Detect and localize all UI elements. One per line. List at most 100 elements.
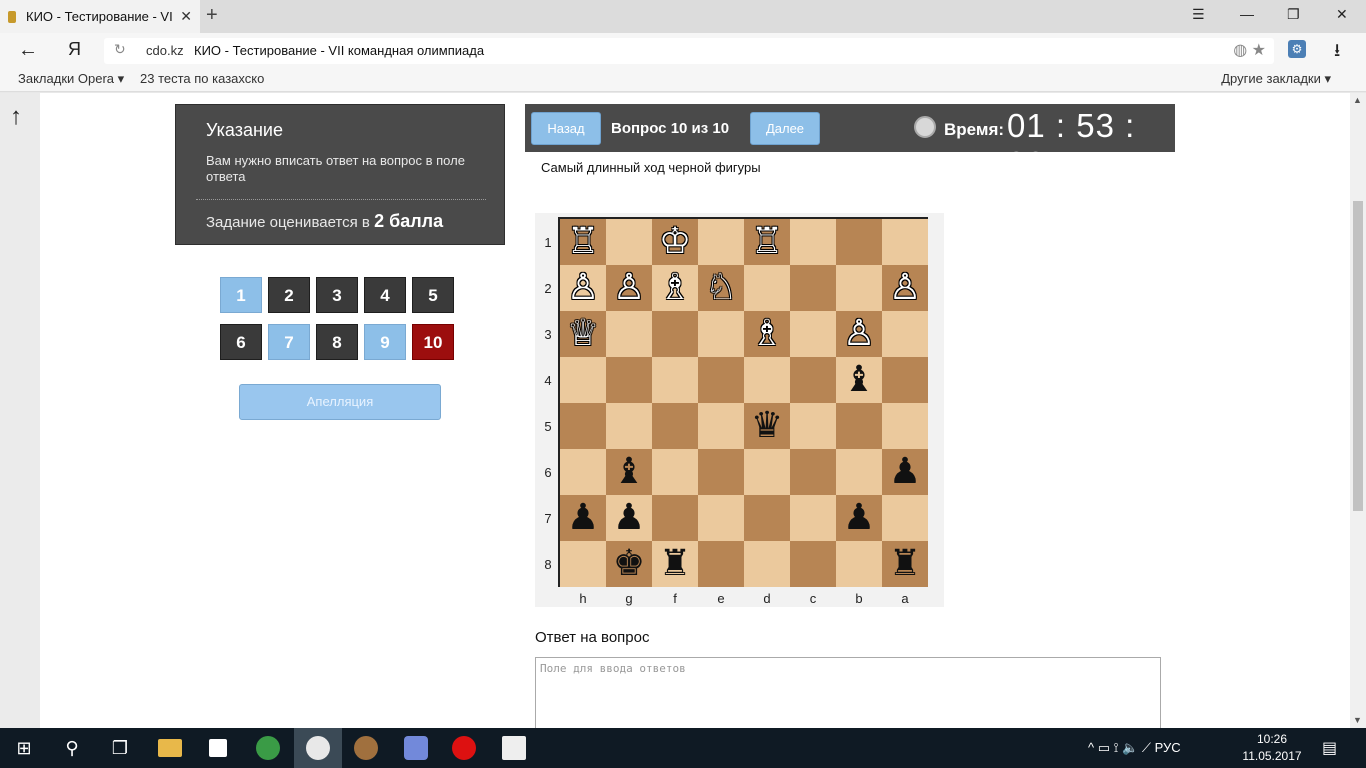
chess-piece-icon: ♟ [842, 497, 876, 538]
chess-piece-icon: ♙ [888, 267, 922, 308]
system-tray[interactable]: ^ ▭ ⟟ 🔈 ⟋ РУС [1088, 728, 1181, 768]
menu-icon[interactable]: ☰ [1192, 6, 1205, 23]
square-e1 [698, 219, 744, 265]
back-button[interactable]: Назад [531, 112, 601, 145]
question-button-6[interactable]: 6 [220, 324, 262, 360]
app-green-icon[interactable] [244, 728, 292, 768]
square-e7 [698, 495, 744, 541]
square-c1 [790, 219, 836, 265]
appeal-button[interactable]: Апелляция [239, 384, 441, 420]
store-icon[interactable] [194, 728, 242, 768]
question-button-1[interactable]: 1 [220, 277, 262, 313]
yandex-logo-icon[interactable]: Я [68, 39, 81, 60]
instruction-grade: Задание оценивается в 2 балла [206, 211, 444, 231]
chess-piece-icon: ♙ [566, 267, 600, 308]
notifications-icon[interactable]: ▤ [1322, 738, 1337, 758]
file-label: f [673, 591, 677, 606]
square-b6 [836, 449, 882, 495]
question-button-7[interactable]: 7 [268, 324, 310, 360]
square-d5: ♛ [744, 403, 790, 449]
clock-icon [914, 116, 936, 138]
square-e5 [698, 403, 744, 449]
square-b5 [836, 403, 882, 449]
square-a4 [882, 357, 928, 403]
square-b4: ♝ [836, 357, 882, 403]
square-a6: ♟ [882, 449, 928, 495]
square-g8: ♚ [606, 541, 652, 587]
browser-tab[interactable]: КИО - Тестирование - VI ✕ [0, 0, 200, 33]
square-g5 [606, 403, 652, 449]
download-icon[interactable]: ⭳ [1334, 38, 1340, 68]
question-button-3[interactable]: 3 [316, 277, 358, 313]
rank-label: 8 [544, 557, 552, 572]
minimize-button[interactable]: — [1240, 6, 1254, 22]
question-button-4[interactable]: 4 [364, 277, 406, 313]
square-d6 [744, 449, 790, 495]
extension-gear-icon[interactable]: ⚙ [1288, 40, 1306, 58]
scrollbar[interactable]: ▲ ▼ [1350, 93, 1366, 728]
square-c7 [790, 495, 836, 541]
chess-piece-icon: ♗ [750, 313, 784, 354]
square-f4 [652, 357, 698, 403]
scroll-up-arrow-icon[interactable]: ↑ [10, 103, 22, 131]
discord-icon[interactable] [392, 728, 440, 768]
bookmark-test[interactable]: 23 теста по казахско [140, 71, 265, 86]
clock-time: 10:26 [1256, 732, 1288, 746]
scroll-up-icon[interactable]: ▲ [1353, 95, 1362, 105]
chess-piece-icon: ♙ [842, 313, 876, 354]
question-button-8[interactable]: 8 [316, 324, 358, 360]
reload-icon[interactable]: ↻ [114, 41, 126, 58]
favicon-icon [8, 10, 16, 23]
square-g7: ♟ [606, 495, 652, 541]
bookmark-opera[interactable]: Закладки Opera ▾ [18, 71, 124, 87]
question-button-2[interactable]: 2 [268, 277, 310, 313]
search-icon[interactable]: ⚲ [48, 728, 96, 768]
chess-piece-icon: ♟ [612, 497, 646, 538]
close-window-button[interactable]: ✕ [1336, 6, 1348, 23]
bookmark-other[interactable]: Другие закладки ▾ [1221, 71, 1331, 87]
question-button-9[interactable]: 9 [364, 324, 406, 360]
question-button-5[interactable]: 5 [412, 277, 454, 313]
instruction-title: Указание [206, 120, 283, 140]
instruction-divider [196, 199, 486, 200]
square-e4 [698, 357, 744, 403]
square-d4 [744, 357, 790, 403]
answer-input[interactable] [535, 657, 1161, 728]
clock-date: 11.05.2017 [1242, 749, 1302, 763]
scroll-down-icon[interactable]: ▼ [1353, 715, 1362, 725]
tab-close-icon[interactable]: ✕ [180, 8, 192, 25]
url-field[interactable]: ↻ cdo.kz КИО - Тестирование - VII команд… [104, 38, 1274, 64]
record-icon[interactable] [440, 728, 488, 768]
square-c6 [790, 449, 836, 495]
square-h2: ♙ [560, 265, 606, 311]
square-h6 [560, 449, 606, 495]
question-header: Назад Вопрос 10 из 10 Далее Время: 01 : … [525, 104, 1175, 182]
yandex-browser-icon[interactable] [294, 728, 342, 768]
square-c4 [790, 357, 836, 403]
file-explorer-icon[interactable] [146, 728, 194, 768]
rank-label: 6 [544, 465, 552, 480]
address-bar-area: ← Я ↻ cdo.kz КИО - Тестирование - VII ко… [0, 33, 1366, 68]
chess-piece-icon: ♖ [750, 221, 784, 262]
file-label: g [625, 591, 633, 606]
left-gutter: ↑ [0, 93, 40, 728]
back-arrow-icon[interactable]: ← [18, 39, 38, 62]
taskbar-clock[interactable]: 10:26 11.05.2017 [1240, 731, 1304, 765]
square-c8 [790, 541, 836, 587]
app-brown-icon[interactable] [342, 728, 390, 768]
new-tab-button[interactable]: + [206, 4, 218, 27]
photos-icon[interactable] [490, 728, 538, 768]
square-d7 [744, 495, 790, 541]
task-view-icon[interactable]: ❐ [96, 728, 144, 768]
square-a8: ♜ [882, 541, 928, 587]
file-label: a [901, 591, 909, 606]
bookmark-star-icon[interactable]: ◍ ★ [1233, 40, 1266, 60]
question-button-10[interactable]: 10 [412, 324, 454, 360]
start-button[interactable]: ⊞ [0, 728, 48, 768]
time-label: Время: [944, 120, 1005, 139]
next-button[interactable]: Далее [750, 112, 820, 145]
scrollbar-thumb[interactable] [1353, 201, 1363, 511]
restore-button[interactable]: ❐ [1287, 6, 1300, 23]
square-g6: ♝ [606, 449, 652, 495]
square-a7 [882, 495, 928, 541]
